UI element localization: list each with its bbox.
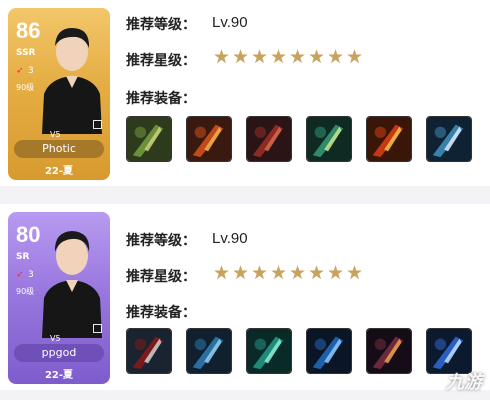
equipment-row bbox=[126, 116, 472, 162]
recommended-stars-label: 推荐星级： bbox=[126, 53, 196, 69]
player-panel-ppgod: 80 SR ➶ 3 90级 V5 ppgod 22-夏 推荐等级： Lv.90 … bbox=[0, 204, 490, 390]
corner-mark-icon bbox=[93, 324, 102, 333]
star-icon: ★ bbox=[250, 262, 269, 284]
star-icon: ★ bbox=[288, 262, 307, 284]
bow-icon[interactable] bbox=[126, 116, 172, 162]
card-rarity: SSR bbox=[16, 48, 36, 58]
player-panel-photic: 86 SSR ➶ 3 90级 V5 Photic 22-夏 推荐等级： Lv.9… bbox=[0, 0, 490, 186]
arrow-icon[interactable] bbox=[186, 116, 232, 162]
player-portrait bbox=[42, 28, 102, 134]
card-season: 22-夏 bbox=[44, 166, 74, 177]
ice-spear-icon[interactable] bbox=[426, 116, 472, 162]
recommended-equipment-label: 推荐装备： bbox=[126, 305, 196, 321]
recommended-stars: ★ ★ ★ ★ ★ ★ ★ ★ bbox=[212, 46, 364, 68]
star-icon: ★ bbox=[345, 46, 364, 68]
watermark-logo: 九游 bbox=[446, 372, 482, 393]
recommended-equipment-label: 推荐装备： bbox=[126, 91, 196, 107]
card-flame-count: 3 bbox=[28, 66, 34, 76]
dark-blade-icon[interactable] bbox=[366, 328, 412, 374]
star-icon: ★ bbox=[307, 262, 326, 284]
card-rating: 80 bbox=[16, 222, 41, 247]
star-icon: ★ bbox=[326, 262, 345, 284]
card-team: V5 bbox=[50, 130, 61, 139]
card-rarity: SR bbox=[16, 252, 30, 262]
red-armor-icon[interactable] bbox=[246, 116, 292, 162]
star-icon: ★ bbox=[212, 262, 231, 284]
star-icon: ★ bbox=[250, 46, 269, 68]
player-card[interactable]: 86 SSR ➶ 3 90级 V5 Photic 22-夏 bbox=[8, 8, 110, 180]
flame-icon: ➶ bbox=[16, 66, 24, 76]
star-icon: ★ bbox=[231, 46, 250, 68]
scale-armor-icon[interactable] bbox=[186, 328, 232, 374]
star-icon: ★ bbox=[212, 46, 231, 68]
card-level: 90级 bbox=[16, 287, 35, 296]
card-season: 22-夏 bbox=[44, 370, 74, 381]
recommended-level-value: Lv.90 bbox=[212, 230, 248, 247]
star-icon: ★ bbox=[269, 262, 288, 284]
recommended-level-value: Lv.90 bbox=[212, 14, 248, 31]
card-player-name: ppgod bbox=[14, 344, 104, 362]
star-icon: ★ bbox=[288, 46, 307, 68]
corner-mark-icon bbox=[93, 120, 102, 129]
card-flame-count: 3 bbox=[28, 270, 34, 280]
star-icon: ★ bbox=[326, 46, 345, 68]
flame-icon: ➶ bbox=[16, 270, 24, 280]
star-icon: ★ bbox=[231, 262, 250, 284]
card-rating: 86 bbox=[16, 18, 41, 43]
star-icon: ★ bbox=[345, 262, 364, 284]
recommended-stars-label: 推荐星级： bbox=[126, 269, 196, 285]
equipment-row bbox=[126, 328, 472, 374]
shield-helm-icon[interactable] bbox=[126, 328, 172, 374]
fire-blade-icon[interactable] bbox=[366, 116, 412, 162]
recommended-stars: ★ ★ ★ ★ ★ ★ ★ ★ bbox=[212, 262, 364, 284]
player-card[interactable]: 80 SR ➶ 3 90级 V5 ppgod 22-夏 bbox=[8, 212, 110, 384]
recommended-level-label: 推荐等级： bbox=[126, 233, 196, 249]
green-sword-icon[interactable] bbox=[306, 116, 352, 162]
card-player-name: Photic bbox=[14, 140, 104, 158]
star-icon: ★ bbox=[307, 46, 326, 68]
card-team: V5 bbox=[50, 334, 61, 343]
star-icon: ★ bbox=[269, 46, 288, 68]
blue-ring-icon[interactable] bbox=[306, 328, 352, 374]
player-portrait bbox=[42, 231, 102, 338]
recommended-level-label: 推荐等级： bbox=[126, 17, 196, 33]
green-cloak-icon[interactable] bbox=[246, 328, 292, 374]
card-level: 90级 bbox=[16, 83, 35, 92]
